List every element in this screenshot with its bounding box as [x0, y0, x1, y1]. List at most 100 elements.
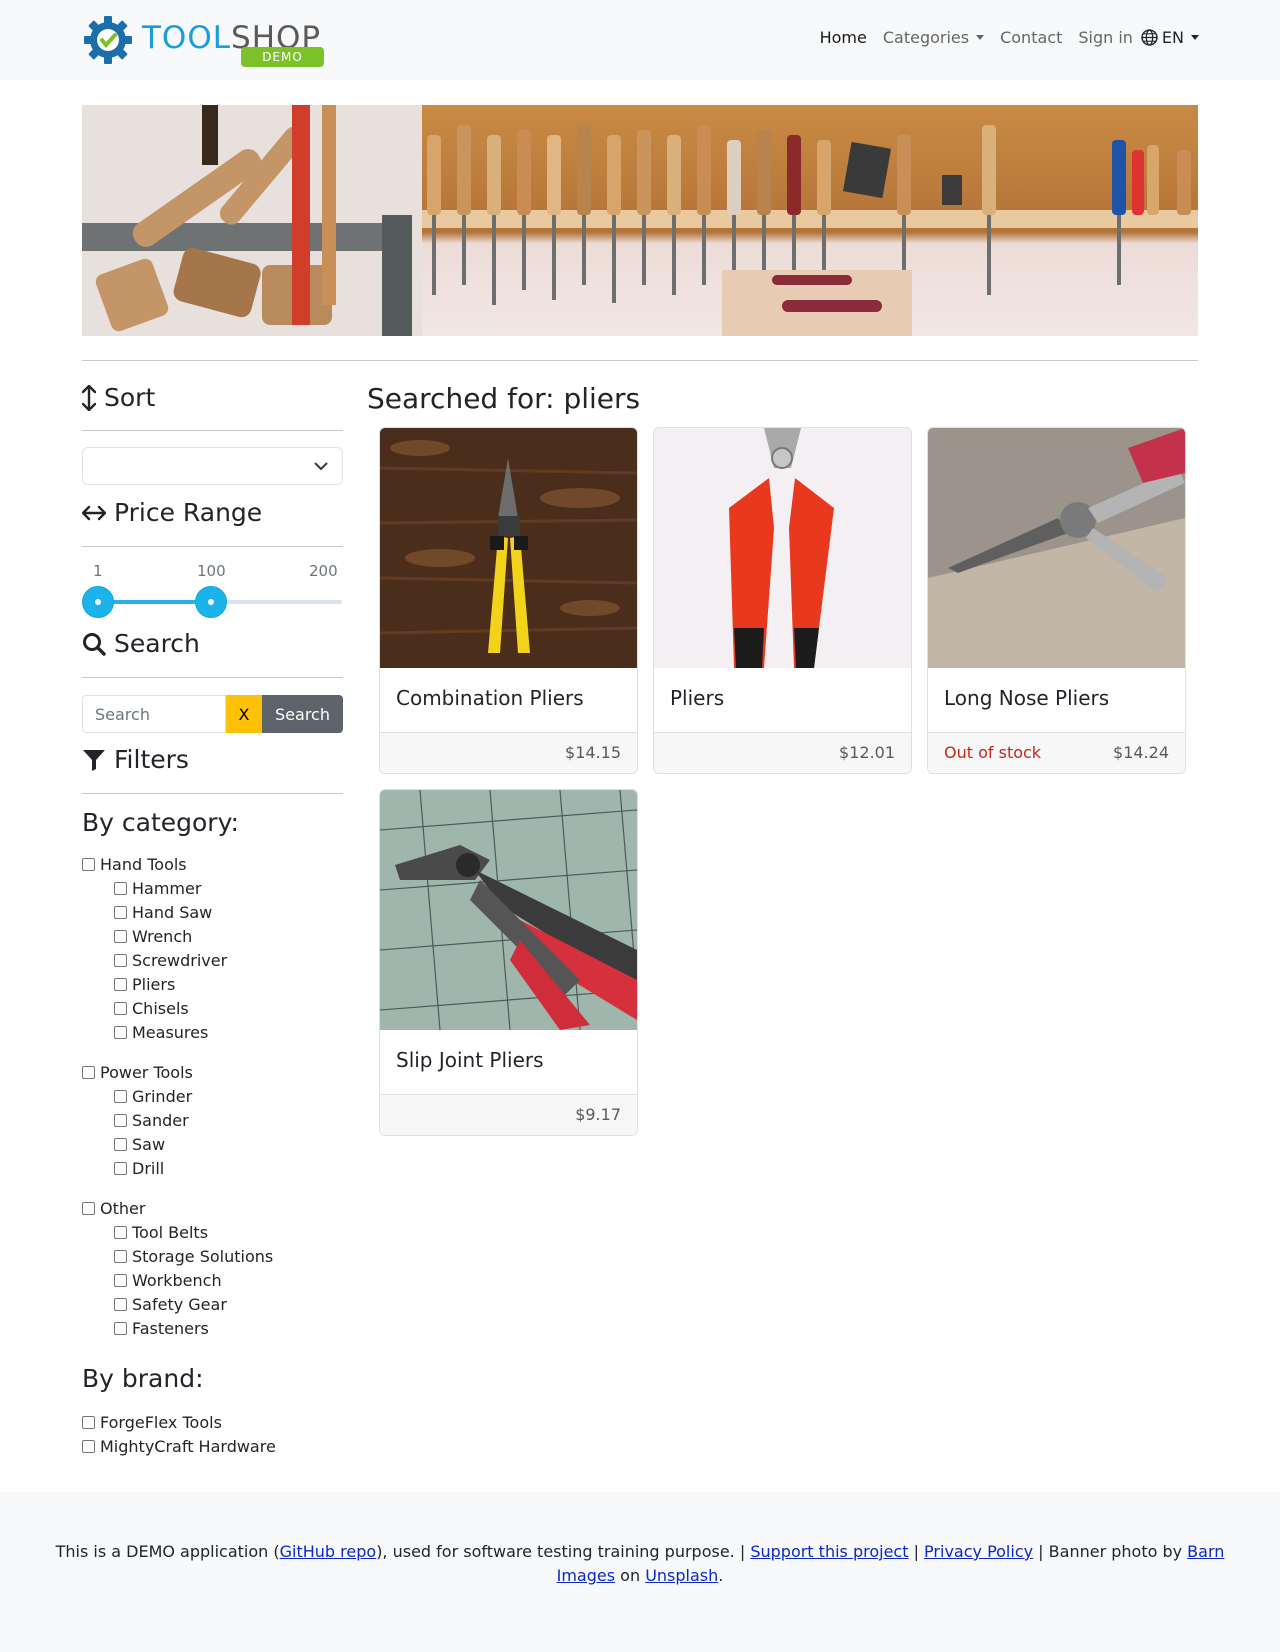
category-checkbox[interactable]: Hand Tools: [82, 854, 187, 874]
subcategory-checkbox[interactable]: Pliers: [114, 974, 175, 994]
checkbox-label: Hand Saw: [132, 902, 213, 922]
privacy-policy-link[interactable]: Privacy Policy: [924, 1542, 1033, 1561]
checkbox[interactable]: [114, 1025, 127, 1039]
checkbox-label: Grinder: [132, 1086, 193, 1106]
subcategory-checkbox[interactable]: Grinder: [114, 1086, 192, 1106]
checkbox[interactable]: [114, 929, 127, 943]
checkbox[interactable]: [82, 1415, 95, 1429]
product-card[interactable]: Slip Joint Pliers $9.17: [379, 789, 638, 1136]
product-price: $14.15: [565, 743, 621, 762]
category-checkbox[interactable]: Power Tools: [82, 1062, 193, 1082]
subcategory-checkbox[interactable]: Workbench: [114, 1270, 222, 1290]
by-category-heading: By category:: [82, 808, 239, 837]
checkbox[interactable]: [114, 1249, 127, 1263]
checkbox[interactable]: [114, 1089, 127, 1103]
nav-sign-in-link[interactable]: Sign in: [1078, 28, 1133, 47]
nav-home-link[interactable]: Home: [820, 28, 867, 47]
filters-heading: Filters: [82, 745, 189, 774]
subcategory-checkbox[interactable]: Hand Saw: [114, 902, 212, 922]
price-range-slider[interactable]: 1 100 200: [82, 562, 343, 618]
checkbox[interactable]: [114, 1321, 127, 1335]
checkbox[interactable]: [114, 1137, 127, 1151]
subcategory-checkbox[interactable]: Measures: [114, 1022, 208, 1042]
product-price: $9.17: [575, 1105, 621, 1124]
language-dropdown[interactable]: EN: [1141, 28, 1199, 47]
checkbox-label: ForgeFlex Tools: [100, 1412, 222, 1432]
github-repo-link[interactable]: GitHub repo: [280, 1542, 377, 1561]
checkbox-label: Other: [100, 1198, 146, 1218]
product-name: Slip Joint Pliers: [396, 1048, 544, 1072]
product-card[interactable]: Combination Pliers $14.15: [379, 427, 638, 774]
checkbox[interactable]: [82, 1065, 95, 1079]
subcategory-checkbox[interactable]: Drill: [114, 1158, 164, 1178]
checkbox[interactable]: [114, 881, 127, 895]
product-card-footer: Out of stock $14.24: [928, 732, 1185, 773]
checkbox[interactable]: [114, 1273, 127, 1287]
checkbox-label: Hand Tools: [100, 854, 187, 874]
checkbox[interactable]: [82, 1439, 95, 1453]
globe-icon: [1141, 29, 1158, 46]
subcategory-checkbox[interactable]: Fasteners: [114, 1318, 209, 1338]
divider: [82, 677, 343, 678]
search-icon: [83, 632, 106, 656]
checkbox[interactable]: [82, 857, 95, 871]
search-button[interactable]: Search: [262, 695, 343, 733]
subcategory-checkbox[interactable]: Tool Belts: [114, 1222, 208, 1242]
checkbox[interactable]: [114, 1001, 127, 1015]
checkbox[interactable]: [114, 953, 127, 967]
footer-text: This is a DEMO application (GitHub repo)…: [55, 1542, 1225, 1585]
checkbox-label: Measures: [132, 1022, 209, 1042]
product-price: $12.01: [839, 743, 895, 762]
checkbox[interactable]: [114, 1297, 127, 1311]
nav-contact-link[interactable]: Contact: [1000, 28, 1062, 47]
nav-menu: Home Categories Contact Sign in EN: [804, 28, 1199, 47]
brand-checkbox[interactable]: MightyCraft Hardware: [82, 1436, 276, 1456]
product-price: $14.24: [1113, 743, 1169, 762]
brand-checkbox[interactable]: ForgeFlex Tools: [82, 1412, 222, 1432]
subcategory-checkbox[interactable]: Wrench: [114, 926, 192, 946]
product-image: [928, 428, 1185, 668]
sort-select[interactable]: [82, 447, 343, 485]
checkbox[interactable]: [114, 1113, 127, 1127]
filter-icon: [83, 749, 105, 771]
stock-status: Out of stock: [944, 743, 1042, 762]
checkbox[interactable]: [82, 1201, 95, 1215]
subcategory-checkbox[interactable]: Storage Solutions: [114, 1246, 273, 1266]
subcategory-checkbox[interactable]: Safety Gear: [114, 1294, 227, 1314]
support-project-link[interactable]: Support this project: [750, 1542, 908, 1561]
checkbox[interactable]: [114, 905, 127, 919]
checkbox-label: Screwdriver: [132, 950, 228, 970]
search-form: X Search: [82, 695, 343, 733]
slider-min-handle[interactable]: [82, 586, 114, 618]
product-name: Pliers: [670, 686, 725, 710]
product-image: [380, 428, 637, 668]
category-checkbox[interactable]: Other: [82, 1198, 145, 1218]
subcategory-checkbox[interactable]: Sander: [114, 1110, 189, 1130]
nav-categories-dropdown[interactable]: Categories: [883, 28, 985, 47]
search-input[interactable]: [82, 695, 226, 733]
checkbox[interactable]: [114, 1161, 127, 1175]
checkbox-label: Chisels: [132, 998, 189, 1018]
checkbox[interactable]: [114, 1225, 127, 1239]
product-card[interactable]: Long Nose Pliers Out of stock $14.24: [927, 427, 1186, 774]
unsplash-link[interactable]: Unsplash: [645, 1566, 718, 1585]
product-card-footer: $12.01: [654, 732, 911, 773]
product-card-footer: $14.15: [380, 732, 637, 773]
subcategory-checkbox[interactable]: Saw: [114, 1134, 165, 1154]
product-card-footer: $9.17: [380, 1094, 637, 1135]
subcategory-checkbox[interactable]: Chisels: [114, 998, 189, 1018]
subcategory-checkbox[interactable]: Screwdriver: [114, 950, 227, 970]
toolshop-logo[interactable]: TOOLSHOP DEMO: [82, 14, 332, 68]
product-name: Long Nose Pliers: [944, 686, 1110, 710]
checkbox-label: Safety Gear: [132, 1294, 227, 1314]
caret-down-icon: [976, 35, 985, 40]
checkbox-label: Fasteners: [132, 1318, 209, 1338]
subcategory-checkbox[interactable]: Hammer: [114, 878, 201, 898]
gear-check-icon: [84, 16, 132, 64]
caret-down-icon: [1191, 35, 1199, 40]
product-card[interactable]: Pliers $12.01: [653, 427, 912, 774]
slider-max-handle[interactable]: [195, 586, 228, 618]
clear-search-button[interactable]: X: [226, 695, 262, 733]
arrows-horizontal-icon: [82, 505, 106, 520]
checkbox[interactable]: [114, 977, 127, 991]
